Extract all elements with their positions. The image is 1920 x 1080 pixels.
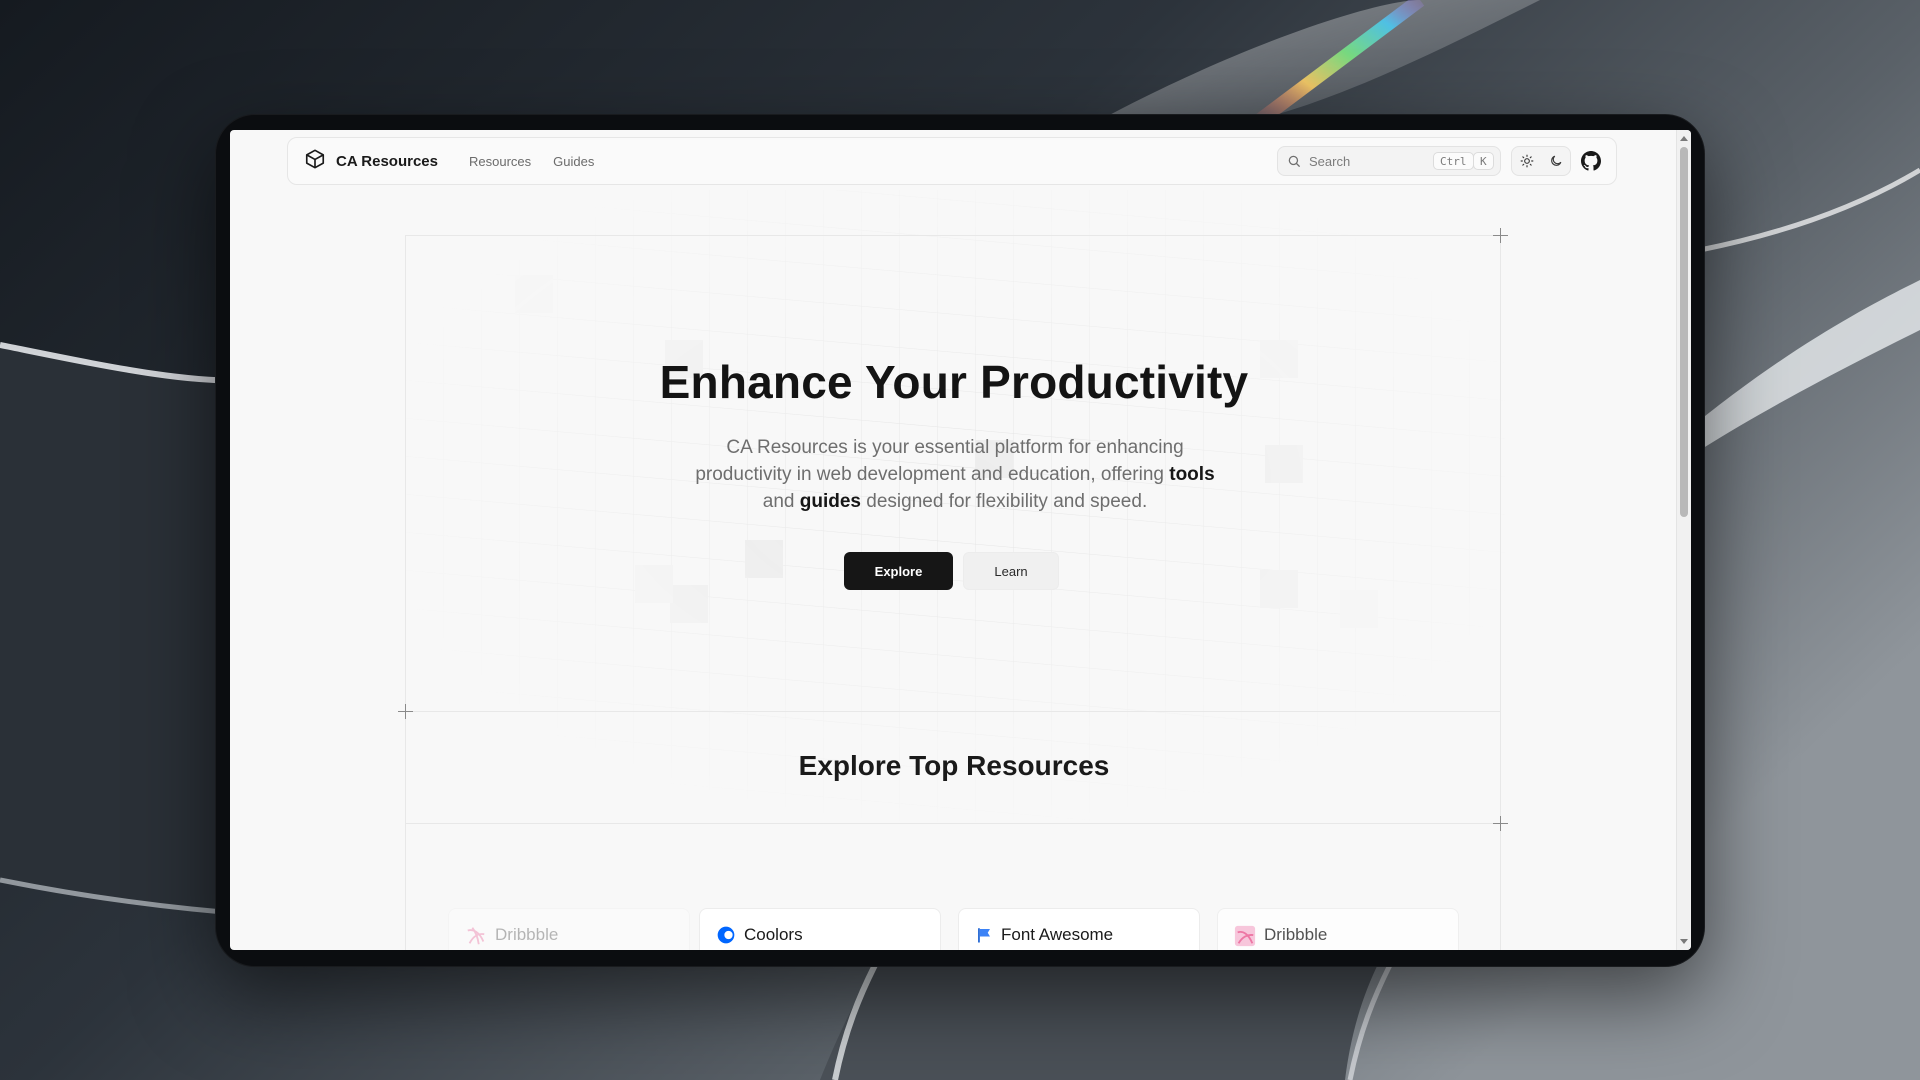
nav-link-resources[interactable]: Resources <box>469 154 531 169</box>
card-label: Font Awesome <box>1001 925 1114 944</box>
corner-plus-marker <box>1493 816 1508 831</box>
resource-card[interactable]: Coolors <box>699 908 941 950</box>
frame-line <box>405 711 1500 712</box>
corner-plus-marker <box>1493 228 1508 243</box>
github-icon[interactable] <box>1581 151 1601 176</box>
hero-desc-end: designed for flexibility and speed. <box>866 491 1148 512</box>
top-navbar: CA Resources Resources Guides Search Ctr… <box>287 137 1617 185</box>
section-title: Explore Top Resources <box>798 750 1110 781</box>
nav-link-guides[interactable]: Guides <box>553 154 594 169</box>
theme-toggle[interactable] <box>1511 146 1571 176</box>
frame-line <box>1500 235 1501 950</box>
frame-line <box>405 823 1500 824</box>
cube-icon <box>304 148 326 175</box>
brand-link[interactable]: CA Resources <box>304 148 438 175</box>
resource-card[interactable]: Dribbble <box>1217 908 1459 950</box>
scroll-down-arrow-icon[interactable] <box>1680 939 1688 944</box>
hero-title: Enhance Your Productivity <box>659 356 1249 408</box>
resource-card[interactable]: Dribbble <box>448 908 690 950</box>
brand-name: CA Resources <box>336 152 438 170</box>
scroll-up-arrow-icon[interactable] <box>1680 136 1688 141</box>
search-placeholder: Search <box>1309 153 1351 169</box>
hero-description: CA Resources is your essential platform … <box>680 434 1230 515</box>
moon-icon[interactable] <box>1549 154 1563 168</box>
card-label: Coolors <box>744 925 803 944</box>
browser-viewport: CA Resources Resources Guides Search Ctr… <box>230 130 1691 950</box>
dribbble-icon <box>1234 925 1256 947</box>
hero-grid-background <box>405 190 1505 840</box>
hero-desc-text: CA Resources is your essential platform … <box>695 437 1184 485</box>
corner-plus-marker <box>398 704 413 719</box>
sun-icon[interactable] <box>1520 154 1534 168</box>
coolors-icon <box>716 925 736 945</box>
card-label: Dribbble <box>495 925 559 944</box>
search-icon <box>1287 154 1301 168</box>
card-label: Dribbble <box>1264 925 1328 944</box>
shortcut-ctrl-key: Ctrl <box>1433 152 1474 170</box>
frame-line <box>405 235 1500 236</box>
explore-button[interactable]: Explore <box>844 552 953 590</box>
learn-button[interactable]: Learn <box>963 552 1059 590</box>
hero-desc-tools: tools <box>1169 464 1215 485</box>
frame-line <box>405 235 406 950</box>
resource-card[interactable]: Font Awesome <box>958 908 1200 950</box>
search-button[interactable]: Search Ctrl K <box>1277 146 1501 176</box>
scrollbar-thumb[interactable] <box>1680 147 1688 517</box>
shortcut-k-key: K <box>1473 152 1494 170</box>
font-awesome-flag-icon <box>975 925 993 945</box>
page-scrollbar[interactable] <box>1676 130 1691 950</box>
dribbble-icon <box>465 925 487 947</box>
hero-desc-guides: guides <box>799 491 861 512</box>
hero-desc-and: and <box>762 491 795 512</box>
